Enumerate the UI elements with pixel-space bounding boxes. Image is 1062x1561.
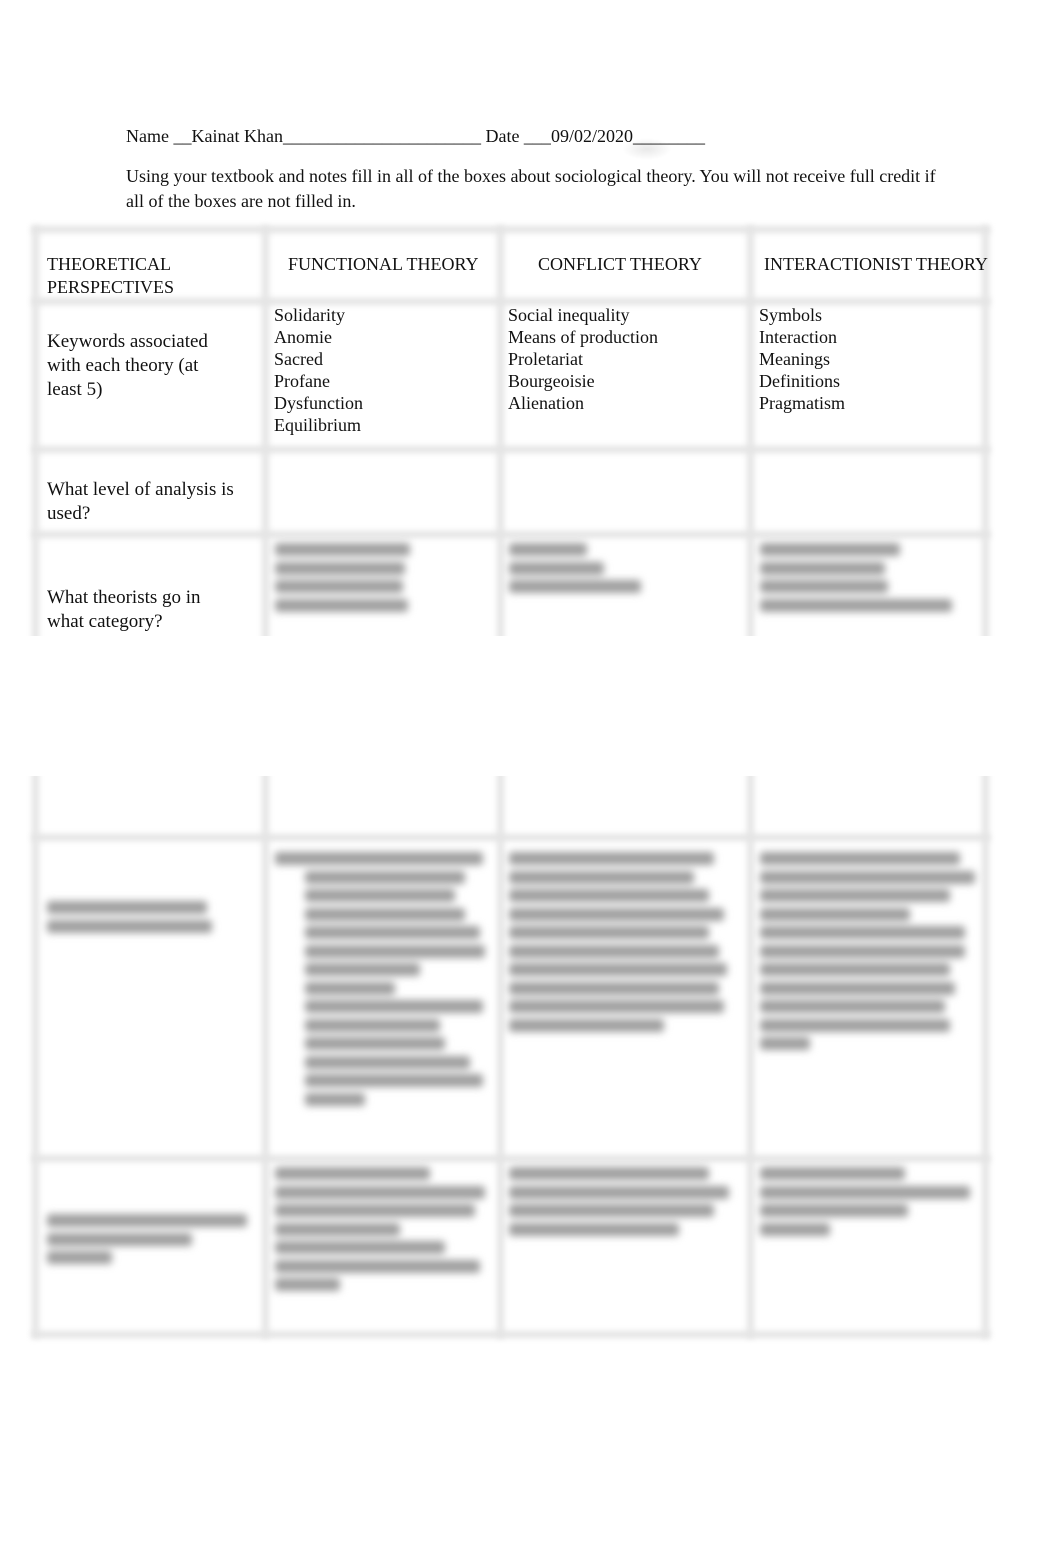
table-border [497,226,504,1338]
keyword: Profane [274,371,330,391]
table-border [32,1155,990,1162]
keyword: Proletariat [508,349,583,369]
keyword: Interaction [759,327,837,347]
column-header-functional: FUNCTIONAL THEORY [288,254,479,274]
keyword: Bourgeoisie [508,371,595,391]
keywords-interactionist: Symbols Interaction Meanings Definitions… [759,304,845,414]
cell-functional-blurred [275,1162,495,1297]
keywords-functional: Solidarity Anomie Sacred Profane Dysfunc… [274,304,363,436]
cell-conflict-blurred [509,847,734,1037]
keyword: Symbols [759,305,823,325]
keyword: Definitions [759,371,840,391]
keyword: Alienation [508,393,584,413]
keyword: Solidarity [274,305,345,325]
keyword: Means of production [508,327,658,347]
column-header-perspectives: THEORETICAL PERSPECTIVES [47,254,175,297]
table-border [32,531,990,538]
row-label-theorists: What theorists go in what category? [47,587,201,632]
level-interactionist[interactable] [755,456,977,526]
keyword: Pragmatism [759,393,845,413]
column-header-interactionist: INTERACTIONIST THEORY [764,254,988,274]
keyword: Anomie [274,327,332,347]
row-label-level-of-analysis: What level of analysis is used? [47,479,234,524]
preview-cutout [0,636,1062,776]
theorists-functional-blurred [275,538,415,617]
cell-interactionist-blurred [760,1162,980,1241]
column-header-conflict: CONFLICT THEORY [538,254,702,274]
row-label-blurred [47,1209,257,1270]
table-border [747,226,754,1338]
keyword: Equilibrium [274,415,361,435]
cell-conflict-blurred [509,1162,734,1241]
table-border [32,446,990,453]
keyword: Dysfunction [274,393,363,413]
theorists-interactionist-blurred [760,538,960,617]
table-border [32,834,990,841]
table-border [982,226,989,1338]
table-border [262,226,269,1338]
cell-functional-blurred [275,847,490,1111]
keyword: Social inequality [508,305,630,325]
keyword: Sacred [274,349,323,369]
keywords-conflict: Social inequality Means of production Pr… [508,304,658,414]
theory-table: THEORETICAL PERSPECTIVES FUNCTIONAL THEO… [0,0,1062,1561]
row-label-keywords: Keywords associated with each theory (at… [47,331,208,400]
cell-interactionist-blurred [760,847,980,1056]
level-conflict[interactable] [505,456,743,526]
row-label-blurred [47,896,227,938]
table-border [32,226,39,1338]
table-border [32,1331,990,1338]
theorists-conflict-blurred [509,538,649,599]
keyword: Meanings [759,349,830,369]
table-border [32,226,990,233]
level-functional[interactable] [270,456,492,526]
